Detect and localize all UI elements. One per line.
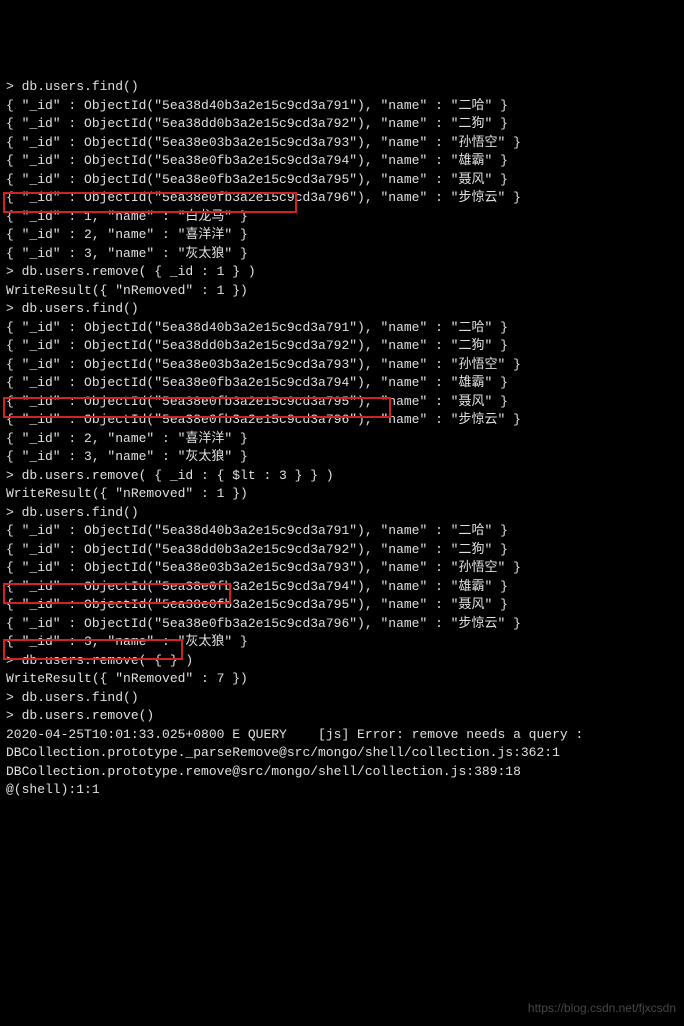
terminal-line: { "_id" : ObjectId("5ea38e0fb3a2e15c9cd3… bbox=[6, 393, 678, 412]
terminal-line: > db.users.find() bbox=[6, 300, 678, 319]
terminal-line: { "_id" : ObjectId("5ea38e0fb3a2e15c9cd3… bbox=[6, 189, 678, 208]
terminal-line: > db.users.remove() bbox=[6, 707, 678, 726]
terminal-line: { "_id" : 3, "name" : "灰太狼" } bbox=[6, 245, 678, 264]
terminal-line: DBCollection.prototype.remove@src/mongo/… bbox=[6, 763, 678, 782]
terminal-line: { "_id" : ObjectId("5ea38e0fb3a2e15c9cd3… bbox=[6, 596, 678, 615]
terminal-line: { "_id" : ObjectId("5ea38dd0b3a2e15c9cd3… bbox=[6, 115, 678, 134]
terminal-line: 2020-04-25T10:01:33.025+0800 E QUERY [js… bbox=[6, 726, 678, 745]
terminal-line: { "_id" : ObjectId("5ea38e0fb3a2e15c9cd3… bbox=[6, 578, 678, 597]
terminal-line: { "_id" : ObjectId("5ea38dd0b3a2e15c9cd3… bbox=[6, 337, 678, 356]
terminal-line: > db.users.find() bbox=[6, 504, 678, 523]
watermark: https://blog.csdn.net/fjxcsdn bbox=[528, 999, 676, 1018]
terminal-line: WriteResult({ "nRemoved" : 1 }) bbox=[6, 282, 678, 301]
terminal-line: { "_id" : ObjectId("5ea38e0fb3a2e15c9cd3… bbox=[6, 171, 678, 190]
terminal-line: > db.users.find() bbox=[6, 689, 678, 708]
terminal-line: > db.users.find() bbox=[6, 78, 678, 97]
terminal-line: { "_id" : ObjectId("5ea38e0fb3a2e15c9cd3… bbox=[6, 615, 678, 634]
terminal-line: { "_id" : 3, "name" : "灰太狼" } bbox=[6, 633, 678, 652]
terminal-line: > db.users.remove( { _id : 1 } ) bbox=[6, 263, 678, 282]
terminal-line: WriteResult({ "nRemoved" : 1 }) bbox=[6, 485, 678, 504]
terminal-output: > db.users.find(){ "_id" : ObjectId("5ea… bbox=[6, 78, 678, 800]
terminal-line: { "_id" : ObjectId("5ea38e0fb3a2e15c9cd3… bbox=[6, 411, 678, 430]
terminal-line: { "_id" : ObjectId("5ea38e03b3a2e15c9cd3… bbox=[6, 134, 678, 153]
terminal-line: { "_id" : 2, "name" : "喜洋洋" } bbox=[6, 226, 678, 245]
terminal-line: { "_id" : 3, "name" : "灰太狼" } bbox=[6, 448, 678, 467]
terminal-line: { "_id" : ObjectId("5ea38d40b3a2e15c9cd3… bbox=[6, 319, 678, 338]
terminal-line: { "_id" : ObjectId("5ea38d40b3a2e15c9cd3… bbox=[6, 97, 678, 116]
terminal-line: { "_id" : 1, "name" : "白龙马" } bbox=[6, 208, 678, 227]
terminal-line: { "_id" : ObjectId("5ea38e0fb3a2e15c9cd3… bbox=[6, 152, 678, 171]
terminal-line: WriteResult({ "nRemoved" : 7 }) bbox=[6, 670, 678, 689]
terminal-line: { "_id" : ObjectId("5ea38e03b3a2e15c9cd3… bbox=[6, 559, 678, 578]
terminal-line: { "_id" : 2, "name" : "喜洋洋" } bbox=[6, 430, 678, 449]
terminal-line: > db.users.remove( { } ) bbox=[6, 652, 678, 671]
terminal-line: { "_id" : ObjectId("5ea38e03b3a2e15c9cd3… bbox=[6, 356, 678, 375]
terminal-line: { "_id" : ObjectId("5ea38e0fb3a2e15c9cd3… bbox=[6, 374, 678, 393]
terminal-line: DBCollection.prototype._parseRemove@src/… bbox=[6, 744, 678, 763]
terminal-line: { "_id" : ObjectId("5ea38dd0b3a2e15c9cd3… bbox=[6, 541, 678, 560]
terminal-line: > db.users.remove( { _id : { $lt : 3 } }… bbox=[6, 467, 678, 486]
terminal-line: { "_id" : ObjectId("5ea38d40b3a2e15c9cd3… bbox=[6, 522, 678, 541]
terminal-line: @(shell):1:1 bbox=[6, 781, 678, 800]
